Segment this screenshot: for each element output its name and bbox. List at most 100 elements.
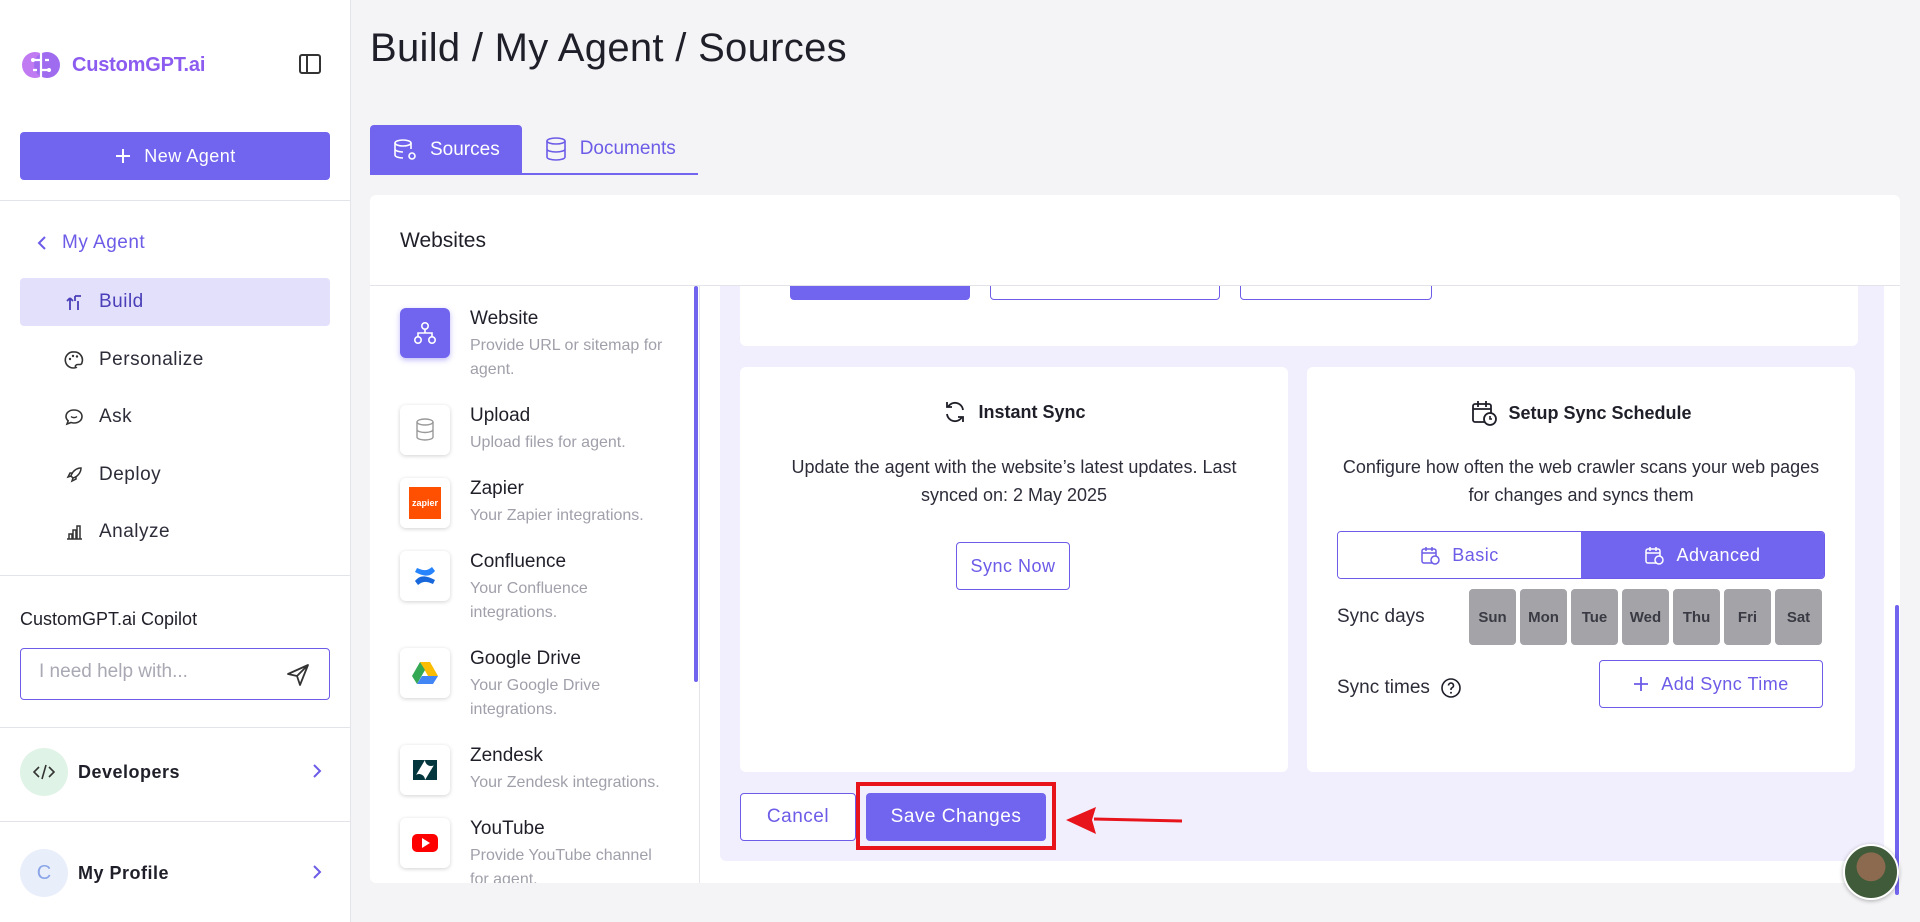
- sidebar-item-deploy[interactable]: Deploy: [20, 451, 330, 499]
- tab-sources[interactable]: Sources: [370, 125, 522, 175]
- day-fri[interactable]: Fri: [1724, 589, 1771, 645]
- youtube-icon: [400, 818, 450, 868]
- google-drive-icon: [400, 648, 450, 698]
- sidebar-item-build[interactable]: Build: [20, 278, 330, 326]
- help-icon[interactable]: [1440, 677, 1462, 699]
- panel-title: Websites: [400, 229, 486, 252]
- schedule-text: Configure how often the web crawler scan…: [1342, 457, 1820, 505]
- add-sync-time-button[interactable]: Add Sync Time: [1599, 660, 1823, 708]
- sources-panel: Websites Website Provide URL or sitemap …: [370, 195, 1900, 883]
- logo[interactable]: CustomGPT.ai: [20, 44, 205, 86]
- support-avatar[interactable]: [1843, 844, 1899, 900]
- zapier-icon: zapier: [400, 478, 450, 528]
- source-youtube[interactable]: YouTube Provide YouTube channel for agen…: [400, 818, 690, 883]
- chat-icon: [65, 409, 83, 426]
- calendar-clock-icon: [1472, 401, 1498, 426]
- mode-advanced-button[interactable]: Advanced: [1581, 532, 1824, 578]
- instant-sync-card: Instant Sync Update the agent with the w…: [740, 367, 1288, 772]
- hidden-button[interactable]: [790, 286, 970, 300]
- hidden-button[interactable]: [990, 286, 1220, 300]
- mode-label: Basic: [1452, 544, 1499, 565]
- new-agent-button[interactable]: New Agent: [20, 132, 330, 180]
- sidebar-item-analyze[interactable]: Analyze: [20, 508, 330, 556]
- mode-basic-button[interactable]: Basic: [1338, 532, 1581, 578]
- sync-times-label-row: Sync times: [1337, 677, 1462, 699]
- sidebar: CustomGPT.ai New Agent My Agent Build Pe…: [0, 0, 351, 922]
- sidebar-item-label: Personalize: [99, 349, 204, 370]
- sitemap-icon: [400, 308, 450, 358]
- copilot-input-box: [20, 648, 330, 700]
- code-icon: [20, 748, 68, 796]
- source-google-drive[interactable]: Google Drive Your Google Drive integrati…: [400, 648, 690, 728]
- source-desc: Provide URL or sitemap for agent.: [470, 337, 663, 378]
- schedule-mode-toggle: Basic Advanced: [1337, 531, 1825, 579]
- divider: [0, 821, 351, 822]
- build-icon: [66, 295, 81, 310]
- source-upload[interactable]: Upload Upload files for agent.: [400, 405, 690, 485]
- sync-now-button[interactable]: Sync Now: [956, 542, 1070, 590]
- source-name: Upload: [470, 405, 531, 426]
- sidebar-toggle-icon[interactable]: [297, 51, 323, 77]
- tab-documents[interactable]: Documents: [521, 125, 698, 175]
- add-sync-time-label: Add Sync Time: [1661, 673, 1789, 694]
- source-zapier[interactable]: zapier Zapier Your Zapier integrations.: [400, 478, 690, 558]
- avatar: C: [20, 849, 68, 897]
- day-tue[interactable]: Tue: [1571, 589, 1618, 645]
- rocket-icon: [66, 467, 82, 483]
- sidebar-item-label: Analyze: [99, 521, 171, 542]
- day-thu[interactable]: Thu: [1673, 589, 1720, 645]
- website-options-card: [740, 286, 1858, 346]
- source-name: Zapier: [470, 478, 524, 499]
- sidebar-item-ask[interactable]: Ask: [20, 393, 330, 441]
- sidebar-item-personalize[interactable]: Personalize: [20, 336, 330, 384]
- source-desc: Provide YouTube channel for agent.: [470, 847, 652, 883]
- mode-label: Advanced: [1676, 544, 1761, 565]
- send-icon[interactable]: [285, 662, 311, 688]
- back-to-agent-link[interactable]: My Agent: [36, 232, 145, 254]
- chevron-left-icon: [37, 236, 46, 250]
- database-icon: [545, 137, 566, 161]
- source-name: Zendesk: [470, 745, 543, 766]
- source-zendesk[interactable]: Zendesk Your Zendesk integrations.: [400, 745, 690, 825]
- tab-bar: Sources Documents: [370, 125, 698, 175]
- sync-days-label: Sync days: [1337, 606, 1425, 627]
- source-name: Google Drive: [470, 648, 581, 669]
- page-title: Build / My Agent / Sources: [370, 26, 847, 70]
- refresh-icon: [946, 401, 965, 423]
- scrollbar[interactable]: [694, 286, 698, 682]
- calendar-icon: [1645, 547, 1665, 565]
- schedule-title: Setup Sync Schedule: [1508, 402, 1692, 423]
- day-sun[interactable]: Sun: [1469, 589, 1516, 645]
- sidebar-item-label: Build: [99, 291, 144, 312]
- cancel-button[interactable]: Cancel: [740, 793, 856, 841]
- brain-logo-icon: [22, 52, 60, 78]
- sync-times-label: Sync times: [1337, 677, 1430, 698]
- database-icon: [400, 405, 450, 455]
- tab-label: Documents: [579, 138, 676, 159]
- day-wed[interactable]: Wed: [1622, 589, 1669, 645]
- day-sat[interactable]: Sat: [1775, 589, 1822, 645]
- my-profile-link[interactable]: C My Profile: [20, 848, 330, 898]
- save-changes-button[interactable]: Save Changes: [866, 793, 1046, 841]
- bar-chart-icon: [67, 525, 82, 540]
- developers-link[interactable]: Developers: [20, 747, 330, 797]
- hidden-button[interactable]: [1240, 286, 1432, 300]
- website-settings: Instant Sync Update the agent with the w…: [720, 286, 1884, 861]
- source-website[interactable]: Website Provide URL or sitemap for agent…: [400, 308, 690, 388]
- new-agent-label: New Agent: [144, 145, 236, 166]
- source-confluence[interactable]: Confluence Your Confluence integrations.: [400, 551, 690, 631]
- source-name: YouTube: [470, 818, 545, 839]
- scrollbar[interactable]: [1895, 605, 1899, 895]
- divider: [0, 200, 351, 201]
- source-desc: Your Google Drive integrations.: [470, 677, 601, 718]
- day-mon[interactable]: Mon: [1520, 589, 1567, 645]
- database-settings-icon: [394, 139, 416, 160]
- chevron-right-icon: [313, 764, 322, 778]
- source-list: Website Provide URL or sitemap for agent…: [370, 286, 700, 883]
- brand-name: CustomGPT.ai: [72, 53, 206, 76]
- copilot-input[interactable]: [39, 661, 279, 683]
- sync-days-selector: Sun Mon Tue Wed Thu Fri Sat: [1469, 589, 1822, 645]
- source-desc: Your Confluence integrations.: [470, 580, 588, 621]
- source-desc: Your Zendesk integrations.: [470, 774, 660, 791]
- source-name: Confluence: [470, 551, 567, 572]
